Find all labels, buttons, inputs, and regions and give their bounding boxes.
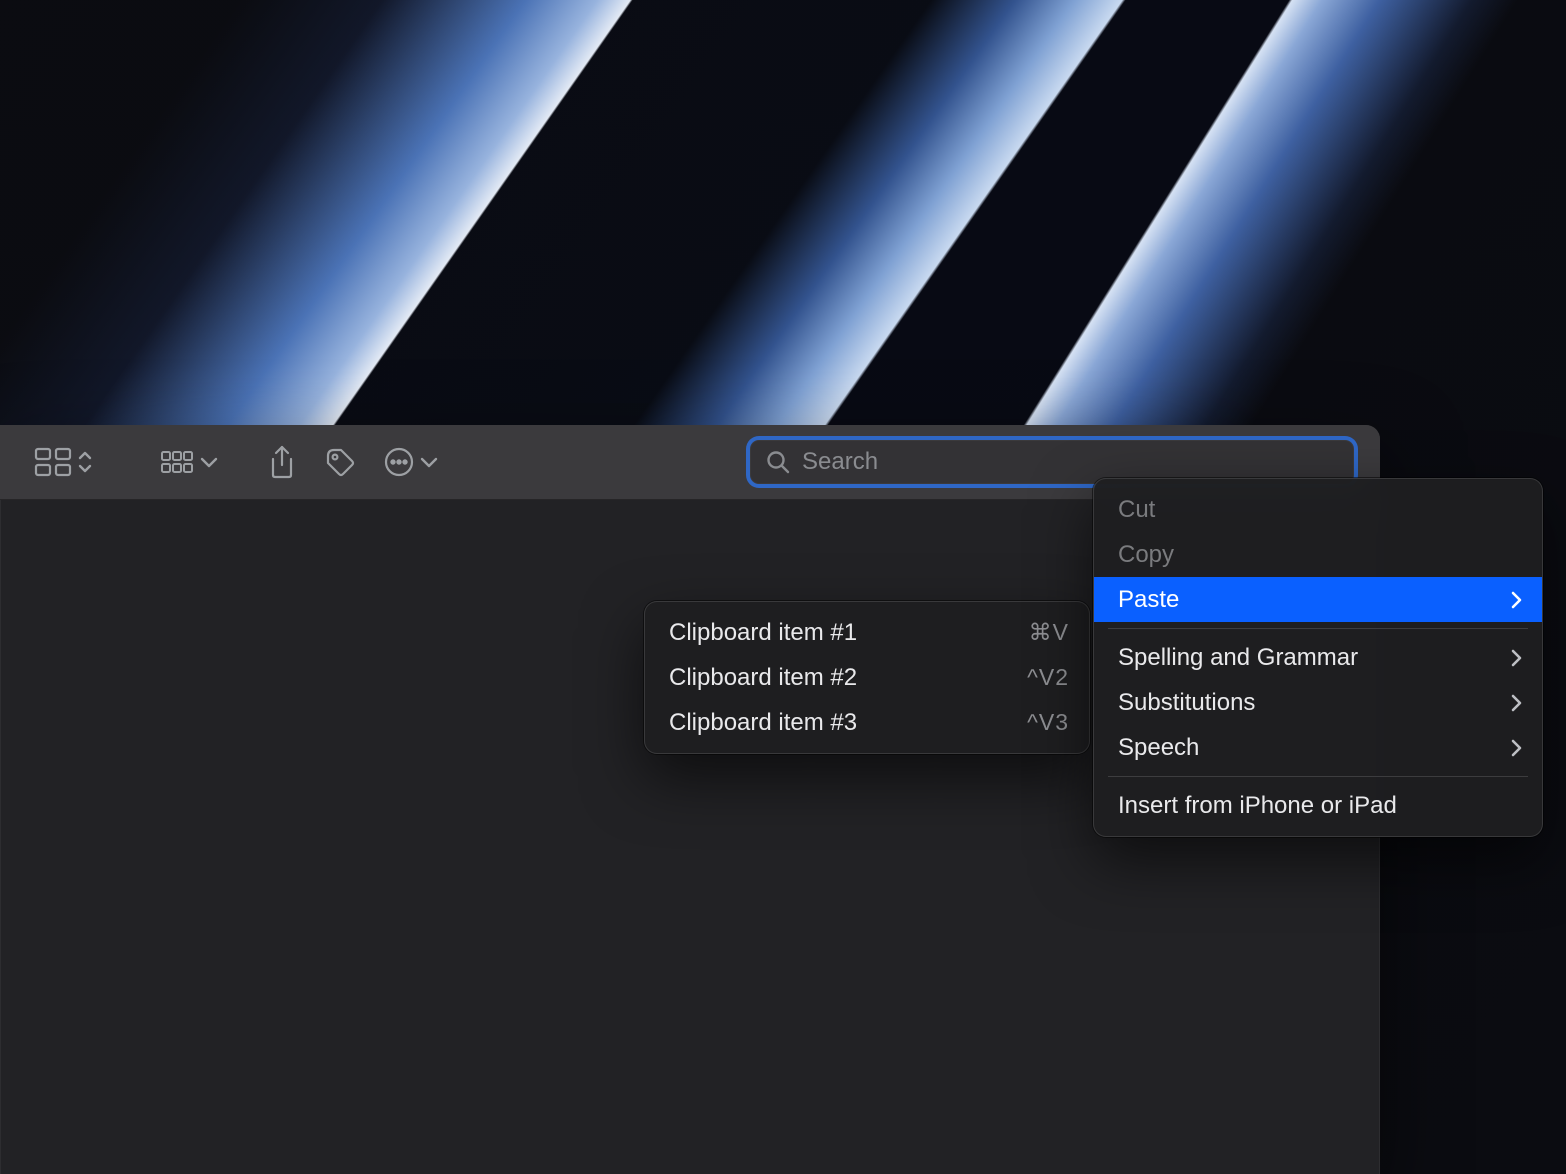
chevron-right-icon: [1510, 591, 1522, 609]
menu-spelling[interactable]: Spelling and Grammar: [1094, 635, 1542, 680]
share-icon: [268, 445, 296, 479]
menu-item-label: Clipboard item #1: [669, 619, 1015, 647]
menu-item-label: Insert from iPhone or iPad: [1118, 792, 1522, 820]
menu-item-shortcut: ^V2: [1027, 664, 1069, 691]
chevron-down-icon: [200, 456, 218, 468]
menu-item-label: Copy: [1118, 541, 1522, 569]
clipboard-item[interactable]: Clipboard item #3 ^V3: [645, 700, 1089, 745]
menu-item-label: Clipboard item #2: [669, 664, 1013, 692]
group-button[interactable]: [152, 444, 226, 480]
menu-paste[interactable]: Paste: [1094, 577, 1542, 622]
view-icons-button[interactable]: [26, 441, 100, 483]
menu-substitutions[interactable]: Substitutions: [1094, 680, 1542, 725]
context-menu: Cut Copy Paste Spelling and Grammar Subs…: [1093, 478, 1543, 837]
menu-item-label: Clipboard item #3: [669, 709, 1013, 737]
chevron-down-icon: [420, 456, 438, 468]
menu-cut: Cut: [1094, 487, 1542, 532]
menu-item-shortcut: ^V3: [1027, 709, 1069, 736]
menu-item-label: Substitutions: [1118, 689, 1496, 717]
updown-icon: [78, 450, 92, 474]
menu-separator: [1108, 776, 1528, 777]
grid-icon: [34, 447, 72, 477]
menu-insert-from-device[interactable]: Insert from iPhone or iPad: [1094, 783, 1542, 828]
tag-icon: [324, 446, 356, 478]
share-button[interactable]: [260, 439, 304, 485]
paste-submenu: Clipboard item #1 ⌘V Clipboard item #2 ^…: [644, 601, 1090, 754]
menu-copy: Copy: [1094, 532, 1542, 577]
menu-item-label: Paste: [1118, 586, 1496, 614]
desktop-wallpaper: Clipboard item #1 ⌘V Clipboard item #2 ^…: [0, 0, 1566, 1174]
chevron-right-icon: [1510, 649, 1522, 667]
clipboard-item[interactable]: Clipboard item #1 ⌘V: [645, 610, 1089, 655]
tags-button[interactable]: [316, 440, 364, 484]
clipboard-item[interactable]: Clipboard item #2 ^V2: [645, 655, 1089, 700]
menu-speech[interactable]: Speech: [1094, 725, 1542, 770]
more-button[interactable]: [376, 441, 446, 483]
chevron-right-icon: [1510, 694, 1522, 712]
chevron-right-icon: [1510, 739, 1522, 757]
menu-item-label: Speech: [1118, 734, 1496, 762]
search-icon: [766, 450, 790, 474]
menu-item-label: Spelling and Grammar: [1118, 644, 1496, 672]
menu-item-label: Cut: [1118, 496, 1522, 524]
grid-small-icon: [160, 450, 194, 474]
ellipsis-circle-icon: [384, 447, 414, 477]
menu-separator: [1108, 628, 1528, 629]
menu-item-shortcut: ⌘V: [1029, 619, 1069, 646]
